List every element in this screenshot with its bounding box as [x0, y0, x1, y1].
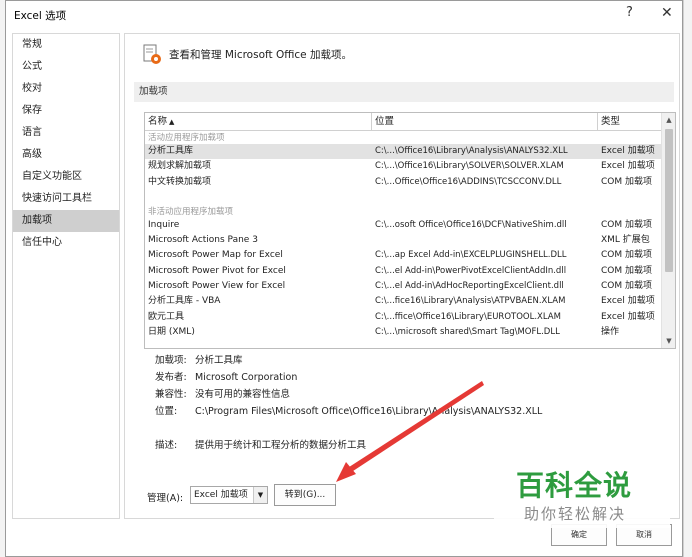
watermark-logo-text: 百科全说: [516, 469, 633, 502]
watermark-slogan: 助你轻松解决: [524, 505, 627, 523]
watermark: 百科全说 助你轻松解决: [494, 458, 670, 528]
